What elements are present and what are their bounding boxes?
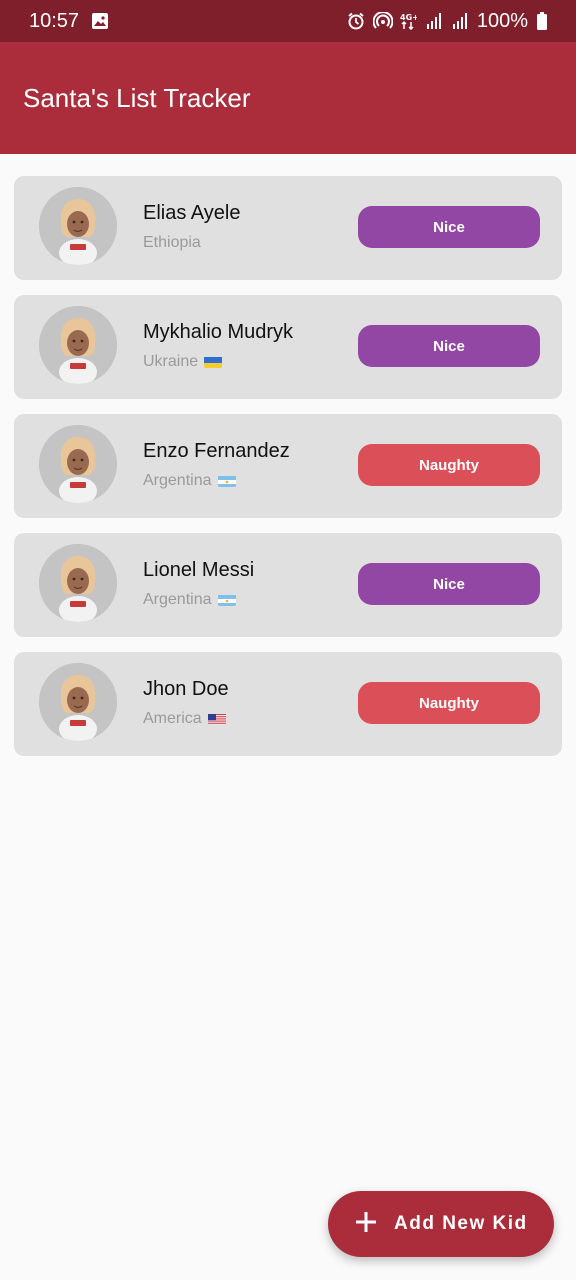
kid-card[interactable]: Enzo Fernandez Argentina Naughty [14, 414, 562, 518]
battery-percent: 100% [476, 9, 528, 32]
kid-country: America [143, 710, 226, 728]
kid-name: Jhon Doe [143, 678, 229, 700]
add-new-kid-label: Add New Kid [394, 1213, 528, 1234]
status-left: 10:57 [29, 10, 109, 33]
status-button[interactable]: Nice [358, 325, 540, 367]
status-button[interactable]: Naughty [358, 682, 540, 724]
avatar [39, 306, 117, 384]
kid-card[interactable]: Mykhalio Mudryk Ukraine Nice [14, 295, 562, 399]
battery-icon [536, 12, 548, 30]
alarm-icon [347, 12, 365, 30]
kid-name: Mykhalio Mudryk [143, 321, 294, 343]
usa-flag-icon [207, 713, 226, 725]
kid-country-label: Argentina [143, 472, 212, 489]
image-icon [91, 12, 109, 30]
status-button[interactable]: Naughty [358, 444, 540, 486]
kid-name: Enzo Fernandez [143, 440, 290, 462]
ukraine-flag-icon [204, 356, 223, 368]
argentina-flag-icon [217, 594, 236, 606]
status-button[interactable]: Nice [358, 206, 540, 248]
status-bar: 10:57 4G+ 100% [0, 0, 576, 42]
signal-icon-sim1 [425, 12, 443, 30]
add-new-kid-button[interactable]: Add New Kid [328, 1191, 554, 1257]
kid-country: Ethiopia [143, 234, 201, 252]
4g-data-icon: 4G+ [399, 12, 419, 31]
kid-card[interactable]: Jhon Doe America Naughty [14, 652, 562, 756]
kid-country: Ukraine [143, 353, 223, 371]
kid-country-label: Ukraine [143, 353, 199, 370]
kid-card[interactable]: Elias Ayele Ethiopia Nice [14, 176, 562, 280]
svg-text:4G+: 4G+ [400, 13, 417, 22]
avatar [39, 425, 117, 503]
status-time: 10:57 [29, 9, 80, 32]
kid-name: Elias Ayele [143, 202, 241, 224]
avatar [39, 187, 117, 265]
app-title: Santa's List Tracker [23, 82, 251, 113]
kid-country: Argentina [143, 591, 236, 609]
kid-country-label: Argentina [143, 591, 212, 608]
status-right: 4G+ 100% [347, 10, 548, 33]
avatar [39, 663, 117, 741]
signal-icon-sim2 [451, 12, 469, 30]
app-bar: Santa's List Tracker [0, 42, 576, 154]
argentina-flag-icon [217, 475, 236, 487]
kid-name: Lionel Messi [143, 559, 255, 581]
hotspot-icon [372, 11, 394, 30]
kid-list: Elias Ayele Ethiopia Nice Mykhalio Mudryk U… [14, 176, 562, 771]
kid-country-label: Ethiopia [143, 234, 201, 251]
kid-card[interactable]: Lionel Messi Argentina Nice [14, 533, 562, 637]
kid-country: Argentina [143, 472, 236, 490]
plus-icon [354, 1210, 378, 1239]
status-button[interactable]: Nice [358, 563, 540, 605]
avatar [39, 544, 117, 622]
kid-country-label: America [143, 710, 202, 727]
